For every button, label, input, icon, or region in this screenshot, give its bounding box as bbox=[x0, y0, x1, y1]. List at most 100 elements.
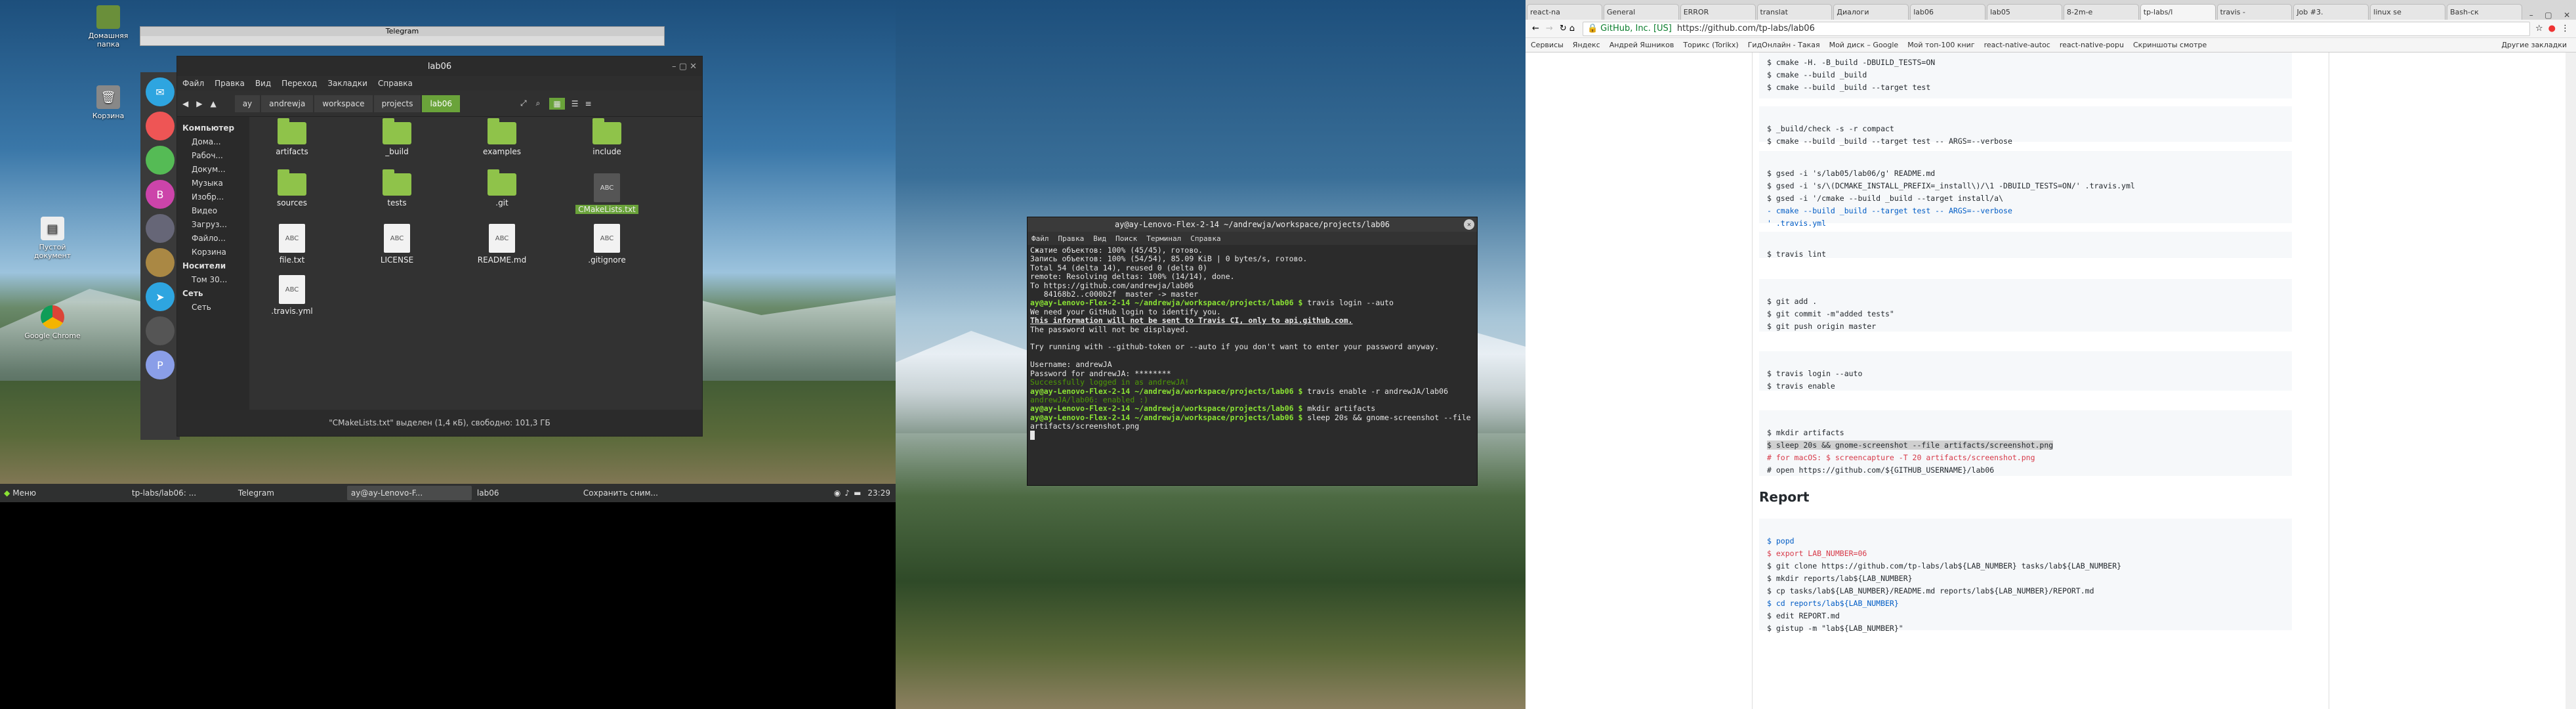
terminal-menu-help[interactable]: Справка bbox=[1190, 234, 1220, 243]
sidebar-item-volume[interactable]: Том 30... bbox=[177, 272, 249, 286]
file-item-selected[interactable]: ABC CMakeLists.txt bbox=[571, 173, 643, 214]
file-item[interactable]: ABC README.md bbox=[466, 224, 538, 265]
file-item[interactable]: sources bbox=[256, 169, 328, 207]
back-icon[interactable]: ◀ bbox=[182, 99, 188, 108]
terminal-window[interactable]: ay@ay-Lenovo-Flex-2-14 ~/andrewja/worksp… bbox=[1027, 217, 1478, 486]
sidebar-item-pictures[interactable]: Изобр... bbox=[177, 190, 249, 204]
tab[interactable]: 8-2m-e bbox=[2063, 4, 2139, 20]
breadcrumb-projects[interactable]: projects bbox=[373, 95, 421, 112]
terminal-titlebar[interactable]: ay@ay-Lenovo-Flex-2-14 ~/andrewja/worksp… bbox=[1028, 217, 1477, 232]
avatar[interactable]: P bbox=[146, 351, 175, 379]
desktop-icon-home[interactable]: Домашняя папка bbox=[79, 5, 138, 49]
volume-icon[interactable]: ♪ bbox=[844, 488, 850, 498]
bookmark[interactable]: Андрей Яшников bbox=[1610, 41, 1674, 49]
breadcrumb-andrewja[interactable]: andrewja bbox=[261, 95, 314, 112]
tab[interactable]: translat bbox=[1756, 4, 1833, 20]
file-item[interactable]: ABC LICENSE bbox=[361, 224, 433, 265]
tab[interactable]: lab06 bbox=[1910, 4, 1986, 20]
file-item[interactable]: _build bbox=[361, 118, 433, 156]
tab[interactable]: lab05 bbox=[1987, 4, 2062, 20]
taskbar-item-browser[interactable]: tp-labs/lab06: ... bbox=[128, 486, 233, 500]
terminal-menu-file[interactable]: Файл bbox=[1031, 234, 1049, 243]
star-icon[interactable]: ☆ bbox=[2535, 24, 2543, 33]
bookmark[interactable]: Скриншоты смотре bbox=[2133, 41, 2207, 49]
terminal-menu-terminal[interactable]: Терминал bbox=[1146, 234, 1181, 243]
close-icon[interactable]: ✕ bbox=[2564, 11, 2570, 20]
file-item[interactable]: ABC file.txt bbox=[256, 224, 328, 265]
taskbar-item-screenshot[interactable]: Сохранить сним... bbox=[579, 486, 697, 500]
grid-view-icon[interactable]: ▦ bbox=[549, 97, 565, 110]
tab[interactable]: travis - bbox=[2216, 4, 2293, 20]
bookmark[interactable]: Торикс (Torikx) bbox=[1683, 41, 1738, 49]
telegram-window[interactable]: Telegram bbox=[140, 26, 665, 46]
language-flag-icon[interactable]: ▬ bbox=[854, 488, 861, 498]
file-item[interactable]: include bbox=[571, 118, 643, 156]
telegram-icon[interactable]: ➤ bbox=[146, 282, 175, 311]
code-block[interactable]: $ popd $ export LAB_NUMBER=06 $ git clon… bbox=[1759, 519, 2292, 633]
bookmark[interactable]: Сервисы bbox=[1531, 41, 1564, 49]
file-item[interactable]: ABC .travis.yml bbox=[256, 275, 328, 316]
code-block[interactable]: $ cmake -H. -B_build -DBUILD_TESTS=ON $ … bbox=[1759, 53, 2292, 98]
compact-view-icon[interactable]: ≡ bbox=[585, 99, 592, 108]
tab-active[interactable]: tp-labs/l bbox=[2140, 4, 2216, 20]
other-bookmarks[interactable]: Другие закладки bbox=[2501, 41, 2567, 49]
scrollbar[interactable] bbox=[2566, 53, 2576, 709]
list-view-icon[interactable]: ☰ bbox=[571, 99, 579, 108]
code-block[interactable]: $ gsed -i 's/lab05/lab06/g' README.md $ … bbox=[1759, 151, 2292, 228]
up-icon[interactable]: ▲ bbox=[210, 99, 216, 108]
sidebar-item-trash[interactable]: Корзина bbox=[177, 245, 249, 259]
code-block[interactable]: $ git add . $ git commit -m"added tests"… bbox=[1759, 279, 2292, 332]
bookmark[interactable]: react-native-popu bbox=[2060, 41, 2124, 49]
avatar[interactable] bbox=[146, 214, 175, 243]
search-icon[interactable]: ⌕ bbox=[536, 98, 541, 108]
location-icon[interactable]: ⤢ bbox=[520, 98, 527, 108]
code-block[interactable]: $ mkdir artifacts $ sleep 20s && gnome-s… bbox=[1759, 410, 2292, 476]
minimize-icon[interactable]: – bbox=[2529, 11, 2533, 20]
avatar[interactable]: B bbox=[146, 180, 175, 209]
desktop-icon-document[interactable]: ▤ Пустой документ bbox=[23, 217, 82, 260]
sidebar-item-desktop[interactable]: Рабоч... bbox=[177, 148, 249, 162]
desktop-icon-chrome[interactable]: Google Chrome bbox=[23, 305, 82, 340]
sidebar-item-documents[interactable]: Докум... bbox=[177, 162, 249, 176]
bookmark[interactable]: Мой диск – Google bbox=[1829, 41, 1899, 49]
sidebar-item-home[interactable]: Дома... bbox=[177, 135, 249, 148]
bookmark[interactable]: Мой топ-100 книг bbox=[1907, 41, 1974, 49]
file-item[interactable]: examples bbox=[466, 118, 538, 156]
taskbar-item-terminal[interactable]: ay@ay-Lenovo-F... bbox=[346, 486, 472, 500]
back-icon[interactable]: ← bbox=[1532, 24, 1539, 33]
sidebar-item-videos[interactable]: Видео bbox=[177, 204, 249, 217]
forward-icon[interactable]: → bbox=[1546, 24, 1553, 33]
code-block[interactable]: $ travis login --auto $ travis enable bbox=[1759, 351, 2292, 391]
network-icon[interactable]: ◉ bbox=[834, 488, 841, 498]
home-icon[interactable]: ⌂ bbox=[1569, 24, 1575, 33]
menu-help[interactable]: Справка bbox=[378, 79, 413, 88]
sidebar-item-music[interactable]: Музыка bbox=[177, 176, 249, 190]
tab[interactable]: react-na bbox=[1527, 4, 1602, 20]
reload-icon[interactable]: ↻ bbox=[1560, 24, 1567, 33]
inbox-icon[interactable]: ✉ bbox=[146, 77, 175, 106]
sidebar-item-network[interactable]: Сеть bbox=[177, 300, 249, 314]
avatar[interactable] bbox=[146, 248, 175, 277]
breadcrumb-ay[interactable]: ay bbox=[234, 95, 260, 112]
file-item[interactable]: .git bbox=[466, 169, 538, 207]
avatar[interactable] bbox=[146, 316, 175, 345]
file-manager-window[interactable]: lab06 – ▢ ✕ Файл Правка Вид Переход Закл… bbox=[177, 56, 703, 437]
menu-file[interactable]: Файл bbox=[182, 79, 204, 88]
code-block[interactable]: $ travis lint bbox=[1759, 232, 2292, 259]
sidebar-item-downloads[interactable]: Загруз... bbox=[177, 217, 249, 231]
desktop-icon-trash[interactable]: 🗑 Корзина bbox=[79, 85, 138, 120]
file-item[interactable]: ABC .gitignore bbox=[571, 224, 643, 265]
terminal-menu-edit[interactable]: Правка bbox=[1058, 234, 1085, 243]
terminal-output[interactable]: Сжатие объектов: 100% (45/45), готово. З… bbox=[1028, 245, 1477, 485]
extension-icon[interactable]: ● bbox=[2548, 24, 2556, 33]
menu-go[interactable]: Переход bbox=[281, 79, 317, 88]
file-item[interactable]: tests bbox=[361, 169, 433, 207]
tab[interactable]: General bbox=[1603, 4, 1679, 20]
terminal-menu-view[interactable]: Вид bbox=[1093, 234, 1106, 243]
menu-button[interactable]: ◆ Меню bbox=[0, 486, 40, 500]
avatar[interactable] bbox=[146, 112, 175, 140]
window-controls-icon[interactable]: – ▢ ✕ bbox=[672, 62, 697, 72]
bookmark[interactable]: ГидОнлайн - Такая bbox=[1748, 41, 1820, 49]
menu-edit[interactable]: Правка bbox=[215, 79, 245, 88]
breadcrumb-workspace[interactable]: workspace bbox=[314, 95, 373, 112]
